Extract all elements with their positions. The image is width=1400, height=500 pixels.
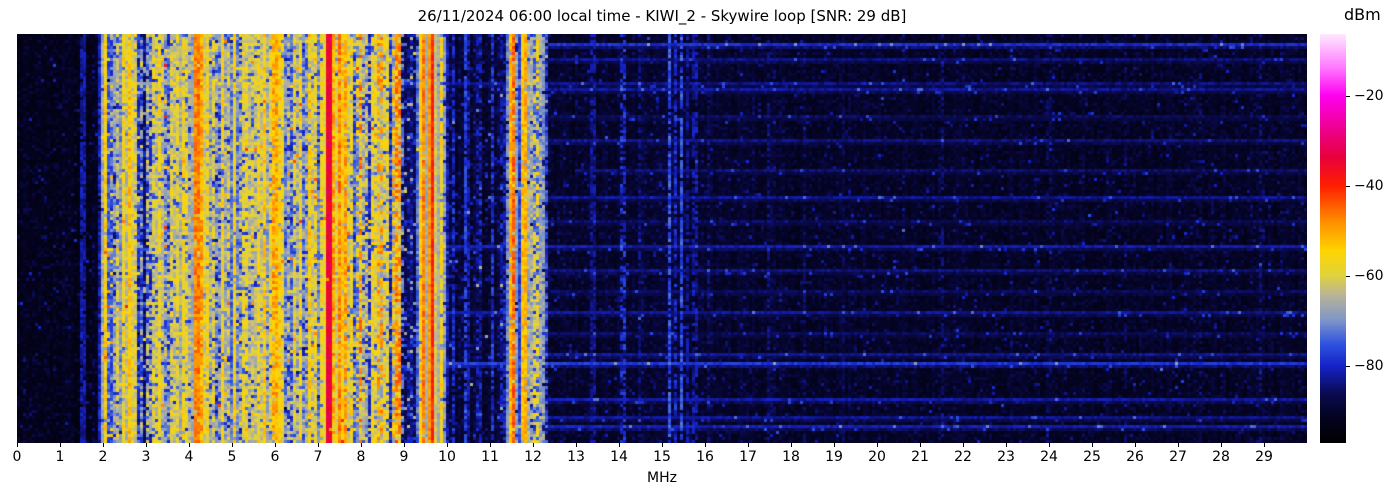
x-tick-label: 25 xyxy=(1083,449,1101,465)
x-tick-label: 2 xyxy=(98,449,108,465)
waterfall-canvas xyxy=(17,34,1307,443)
x-tick-label: 5 xyxy=(227,449,237,465)
colorbar-canvas xyxy=(1320,34,1346,443)
x-tick-label: 23 xyxy=(997,449,1015,465)
x-tick-mark xyxy=(704,443,706,447)
x-tick-mark xyxy=(1220,443,1222,447)
colorbar-tick-label: −60 xyxy=(1354,267,1384,284)
x-tick-label: 1 xyxy=(55,449,65,465)
x-tick-label: 0 xyxy=(12,449,22,465)
x-tick-mark xyxy=(16,443,18,447)
x-tick-mark xyxy=(145,443,147,447)
x-tick-mark xyxy=(833,443,835,447)
colorbar-tick-label: −80 xyxy=(1354,357,1384,374)
x-tick-mark xyxy=(403,443,405,447)
x-tick-label: 19 xyxy=(825,449,843,465)
x-tick-label: 27 xyxy=(1169,449,1187,465)
x-tick-label: 6 xyxy=(270,449,280,465)
x-tick-label: 17 xyxy=(739,449,757,465)
spectrogram-figure: 26/11/2024 06:00 local time - KIWI_2 - S… xyxy=(0,0,1400,500)
x-tick-label: 14 xyxy=(610,449,628,465)
x-tick-mark xyxy=(446,443,448,447)
x-tick-mark xyxy=(661,443,663,447)
x-tick-mark xyxy=(1005,443,1007,447)
colorbar-label: dBm xyxy=(1344,5,1381,24)
x-tick-label: 16 xyxy=(696,449,714,465)
colorbar-tick-mark xyxy=(1346,96,1350,98)
x-tick-label: 10 xyxy=(438,449,456,465)
x-tick-mark xyxy=(790,443,792,447)
x-tick-label: 7 xyxy=(313,449,323,465)
x-axis-label: MHz xyxy=(647,470,677,486)
colorbar-tick-label: −20 xyxy=(1354,87,1384,104)
x-tick-label: 24 xyxy=(1040,449,1058,465)
x-tick-label: 29 xyxy=(1255,449,1273,465)
x-tick-label: 21 xyxy=(911,449,929,465)
x-tick-mark xyxy=(575,443,577,447)
x-tick-label: 4 xyxy=(184,449,194,465)
x-tick-mark xyxy=(1134,443,1136,447)
x-tick-mark xyxy=(876,443,878,447)
x-tick-mark xyxy=(489,443,491,447)
x-tick-mark xyxy=(360,443,362,447)
x-tick-mark xyxy=(1091,443,1093,447)
x-tick-label: 11 xyxy=(481,449,499,465)
colorbar-tick-mark xyxy=(1346,276,1350,278)
x-tick-label: 12 xyxy=(524,449,542,465)
x-tick-mark xyxy=(188,443,190,447)
x-tick-label: 13 xyxy=(567,449,585,465)
x-tick-label: 22 xyxy=(954,449,972,465)
x-tick-mark xyxy=(532,443,534,447)
x-tick-mark xyxy=(102,443,104,447)
colorbar-tick-mark xyxy=(1346,366,1350,368)
figure-title: 26/11/2024 06:00 local time - KIWI_2 - S… xyxy=(417,7,907,25)
x-tick-mark xyxy=(231,443,233,447)
colorbar-tick-mark xyxy=(1346,186,1350,188)
x-tick-label: 15 xyxy=(653,449,671,465)
colorbar xyxy=(1320,34,1346,443)
x-tick-label: 8 xyxy=(356,449,366,465)
x-tick-mark xyxy=(747,443,749,447)
x-tick-mark xyxy=(274,443,276,447)
x-tick-label: 3 xyxy=(141,449,151,465)
x-tick-label: 18 xyxy=(782,449,800,465)
waterfall-plot xyxy=(17,34,1307,443)
x-tick-mark xyxy=(317,443,319,447)
x-tick-label: 9 xyxy=(399,449,409,465)
x-tick-label: 28 xyxy=(1212,449,1230,465)
x-tick-mark xyxy=(919,443,921,447)
x-tick-mark xyxy=(962,443,964,447)
colorbar-tick-label: −40 xyxy=(1354,177,1384,194)
x-tick-mark xyxy=(1177,443,1179,447)
x-tick-mark xyxy=(1048,443,1050,447)
x-tick-mark xyxy=(1263,443,1265,447)
x-tick-label: 26 xyxy=(1126,449,1144,465)
x-tick-mark xyxy=(618,443,620,447)
x-tick-label: 20 xyxy=(868,449,886,465)
x-tick-mark xyxy=(59,443,61,447)
